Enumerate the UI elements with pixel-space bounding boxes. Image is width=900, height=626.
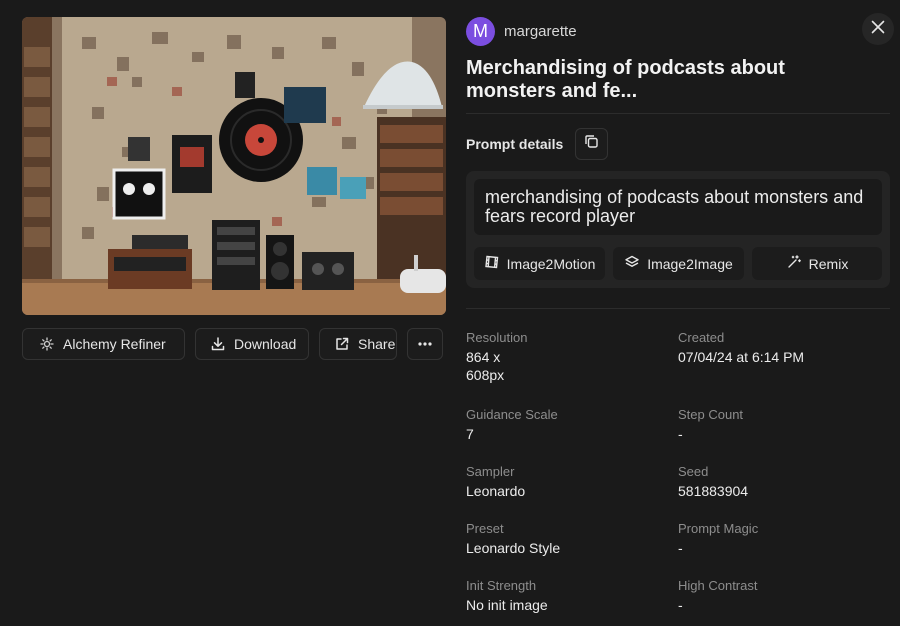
seed-label: Seed [678,464,709,479]
prompt-text: merchandising of podcasts about monsters… [474,179,882,235]
username[interactable]: margarette [504,23,577,40]
copy-icon [584,134,599,154]
image2image-button[interactable]: Image2Image [613,247,744,280]
author-row: M margarette [466,17,890,46]
remix-button[interactable]: Remix [752,247,882,280]
init-strength-label: Init Strength [466,578,537,593]
sampler-label: Sampler [466,464,515,479]
step-count-label: Step Count [678,407,744,422]
prompt-actions: Image2Motion Image2Image Remix [474,247,882,280]
step-count-cell: Step Count - [678,407,890,464]
seed-value: 581883904 [678,483,749,499]
remix-label: Remix [808,255,849,272]
guidance-label: Guidance Scale [466,407,558,422]
guidance-cell: Guidance Scale 7 [466,407,678,464]
details-panel: M margarette Merchandising of podcasts a… [466,17,890,626]
divider [466,113,890,114]
high-contrast-label: High Contrast [678,578,758,593]
sampler-value: Leonardo [466,483,526,499]
preset-cell: Preset Leonardo Style [466,521,678,578]
high-contrast-value: - [678,597,683,613]
download-button[interactable]: Download [195,328,309,360]
seed-cell: Seed 581883904 [678,464,890,521]
created-label: Created [678,330,725,345]
init-strength-cell: Init Strength No init image [466,578,678,626]
created-value: 07/04/24 at 6:14 PM [678,349,805,365]
alchemy-refiner-label: Alchemy Refiner [63,336,166,352]
record-room-illustration [22,17,446,315]
preset-value: Leonardo Style [466,540,561,556]
share-label: Share [358,336,396,352]
image2motion-label: Image2Motion [506,255,596,272]
preset-label: Preset [466,521,504,536]
generation-details: Resolution 864 x 608px Created 07/04/24 … [466,330,890,626]
prompt-magic-label: Prompt Magic [678,521,759,536]
init-strength-value: No init image [466,597,548,613]
more-icon [417,336,433,352]
high-contrast-cell: High Contrast - [678,578,890,626]
image2image-label: Image2Image [647,255,733,272]
resolution-cell: Resolution 864 x 608px [466,330,678,407]
step-count-value: - [678,426,683,442]
film-icon [484,254,500,273]
created-cell: Created 07/04/24 at 6:14 PM [678,330,890,407]
image-panel: Alchemy Refiner Download Share [22,17,446,360]
share-button[interactable]: Share [319,328,397,360]
alchemy-refiner-button[interactable]: Alchemy Refiner [22,328,185,360]
layers-icon [624,254,640,273]
resolution-label: Resolution [466,330,528,345]
more-options-button[interactable] [407,328,443,360]
alchemy-icon [39,336,55,352]
prompt-magic-value: - [678,540,683,556]
download-label: Download [234,336,297,352]
sampler-cell: Sampler Leonardo [466,464,678,521]
resolution-value: 864 x 608px [466,349,505,383]
magic-wand-icon [786,254,802,273]
prompt-details-label: Prompt details [466,136,564,152]
image-actions: Alchemy Refiner Download Share [22,328,446,360]
divider [466,308,890,309]
page-title: Merchandising of podcasts about monsters… [466,57,785,102]
generated-image[interactable] [22,17,446,315]
share-icon [334,336,350,352]
prompt-header: Prompt details [466,128,890,160]
prompt-box: merchandising of podcasts about monsters… [466,171,890,288]
avatar[interactable]: M [466,17,495,46]
image2motion-button[interactable]: Image2Motion [474,247,605,280]
prompt-magic-cell: Prompt Magic - [678,521,890,578]
guidance-value: 7 [466,426,474,442]
download-icon [210,336,226,352]
copy-prompt-button[interactable] [575,128,609,160]
